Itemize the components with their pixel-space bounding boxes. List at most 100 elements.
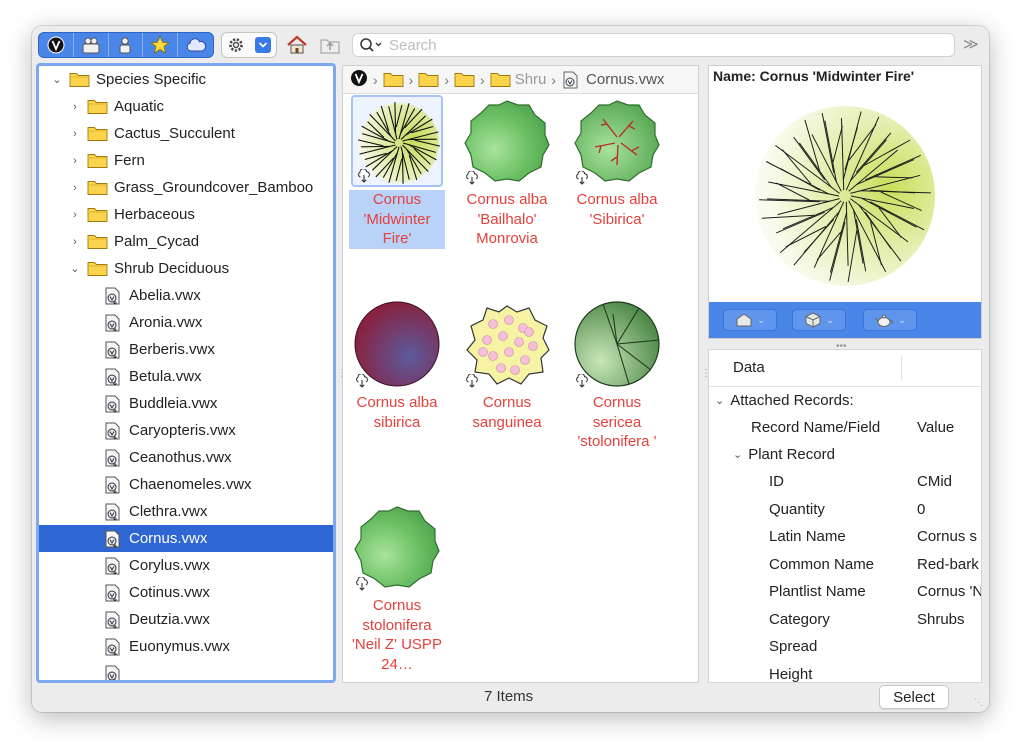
tree-file[interactable]: Cornus.vwx [39,525,333,552]
field-value[interactable]: Red-bark [917,551,979,578]
tree-folder[interactable]: › Herbaceous [39,201,333,228]
chevron-down-icon [255,37,271,53]
vectorworks-logo-icon[interactable] [39,33,74,57]
folder-icon [87,154,108,168]
plant-preview-image [755,106,935,286]
resource-tile[interactable]: Cornus sanguinea [453,298,561,432]
resource-label: Cornus sericea 'stolonifera ' [577,394,657,450]
disclosure-expanded-icon[interactable]: ⌄ [733,448,742,461]
tree-folder[interactable]: › Fern [39,147,333,174]
tree-folder[interactable]: › Cactus_Succulent [39,120,333,147]
resource-tile[interactable]: Cornus 'Midwinter Fire' [343,95,451,249]
data-tab[interactable]: Data [733,359,765,376]
resource-thumbnail[interactable] [571,95,663,187]
vwx-file-icon [105,341,120,359]
resource-thumbnail[interactable] [351,298,443,390]
resource-tile[interactable]: Cornus stolonifera 'Neil Z' USPP 24… [343,501,451,674]
resource-label: Cornus alba sibirica [356,394,438,431]
home-icon [287,35,307,54]
tree-folder[interactable]: › Palm_Cycad [39,228,333,255]
disclosure-collapsed-icon[interactable]: › [69,155,81,167]
field-value[interactable]: Cornus 'N [917,578,981,605]
search-field[interactable]: Search [352,33,955,57]
resource-thumbnail[interactable] [461,95,553,187]
folder-icon[interactable] [418,71,439,88]
resource-thumbnail[interactable] [351,501,443,593]
tree-file[interactable]: Aronia.vwx [39,309,333,336]
disclosure-expanded-icon[interactable]: ⌄ [51,73,63,86]
field-name: Height [769,665,813,683]
breadcrumb-file[interactable]: Cornus.vwx [586,71,664,88]
disclosure-collapsed-icon[interactable]: › [69,236,81,248]
tree-folder[interactable]: › Grass_Groundcover_Bamboo [39,174,333,201]
tree-file[interactable]: Euonymus.vwx [39,633,333,660]
disclosure-collapsed-icon[interactable]: › [69,182,81,194]
tree-file[interactable]: Deutzia.vwx [39,606,333,633]
folder-icon[interactable] [383,71,404,88]
tree-file-partial[interactable] [39,660,333,680]
search-placeholder: Search [389,36,437,54]
settings-menu-control[interactable] [221,32,277,58]
tree-file[interactable]: Abelia.vwx [39,282,333,309]
tree-file[interactable]: Clethra.vwx [39,498,333,525]
person-library-icon[interactable] [109,33,144,57]
disclosure-expanded-icon[interactable]: ⌄ [69,262,81,275]
tree-folder[interactable]: ⌄ Shrub Deciduous [39,255,333,282]
view-mode-button[interactable]: ⌄ [723,309,777,331]
field-value[interactable]: Shrubs [917,606,965,633]
teapot-render-button[interactable]: ⌄ [863,309,917,331]
tree-file[interactable]: Betula.vwx [39,363,333,390]
resource-tile[interactable]: Cornus alba 'Sibirica' [563,95,671,229]
home-button[interactable] [284,32,310,58]
vwx-file-icon [105,530,120,548]
disclosure-collapsed-icon[interactable]: › [69,209,81,221]
parent-folder-button[interactable] [317,32,343,58]
folder-icon [87,235,108,249]
resource-thumbnail[interactable] [461,298,553,390]
tree-label: Deutzia.vwx [129,611,210,628]
disclosure-collapsed-icon[interactable]: › [69,128,81,140]
render-mode-button[interactable]: ⌄ [792,309,846,331]
library-tree[interactable]: ⌄ Species Specific › Aquatic › Cactus_Succu… [36,63,336,683]
tree-folder-species-specific[interactable]: ⌄ Species Specific [39,66,333,93]
folder-icon[interactable] [490,71,511,88]
status-bar: 7 Items Select [32,683,989,712]
folder-icon[interactable] [454,71,475,88]
disclosure-expanded-icon[interactable]: ⌄ [715,394,724,407]
resource-label: Cornus alba 'Bailhalo' Monrovia [466,191,548,247]
attached-records-label: Attached Records: [730,392,854,409]
people-library-icon[interactable] [74,33,109,57]
field-value[interactable]: Cornus s [917,523,977,550]
tree-label: Corylus.vwx [129,557,210,574]
tree-file[interactable]: Caryopteris.vwx [39,417,333,444]
cloud-icon[interactable] [178,33,213,57]
toolbar-overflow-button[interactable]: ≫ [963,35,979,53]
download-cloud-icon [466,171,478,185]
resource-tile[interactable]: Cornus alba 'Bailhalo' Monrovia [453,95,561,249]
plant-record-label: Plant Record [748,446,835,463]
resource-thumbnail[interactable] [571,298,663,390]
tree-file[interactable]: Ceanothus.vwx [39,444,333,471]
disclosure-collapsed-icon[interactable]: › [69,101,81,113]
folder-icon [87,127,108,141]
favorites-star-icon[interactable] [143,33,179,57]
breadcrumb-folder[interactable]: Shru [515,71,547,88]
select-button[interactable]: Select [879,685,949,709]
preview-pane: Name: Cornus 'Midwinter Fire' ⌄ ⌄ ⌄ [708,65,982,339]
tree-file[interactable]: Chaenomeles.vwx [39,471,333,498]
tree-file[interactable]: Berberis.vwx [39,336,333,363]
plant-record-row[interactable]: ⌄ Plant Record [733,441,835,468]
field-value[interactable]: CMid [917,468,952,495]
resource-thumbnail[interactable] [351,95,443,187]
field-value[interactable]: 0 [917,496,925,523]
resource-tile[interactable]: Cornus sericea 'stolonifera ' [563,298,671,452]
resource-tile[interactable]: Cornus alba sibirica [343,298,451,432]
tree-file[interactable]: Buddleia.vwx [39,390,333,417]
folder-icon [87,208,108,222]
vectorworks-logo-icon[interactable] [350,69,368,91]
tree-file[interactable]: Cotinus.vwx [39,579,333,606]
tree-folder[interactable]: › Aquatic [39,93,333,120]
window-resize-handle[interactable]: ⋱ [974,697,983,708]
attached-records-row[interactable]: ⌄ Attached Records: [715,387,854,414]
tree-file[interactable]: Corylus.vwx [39,552,333,579]
